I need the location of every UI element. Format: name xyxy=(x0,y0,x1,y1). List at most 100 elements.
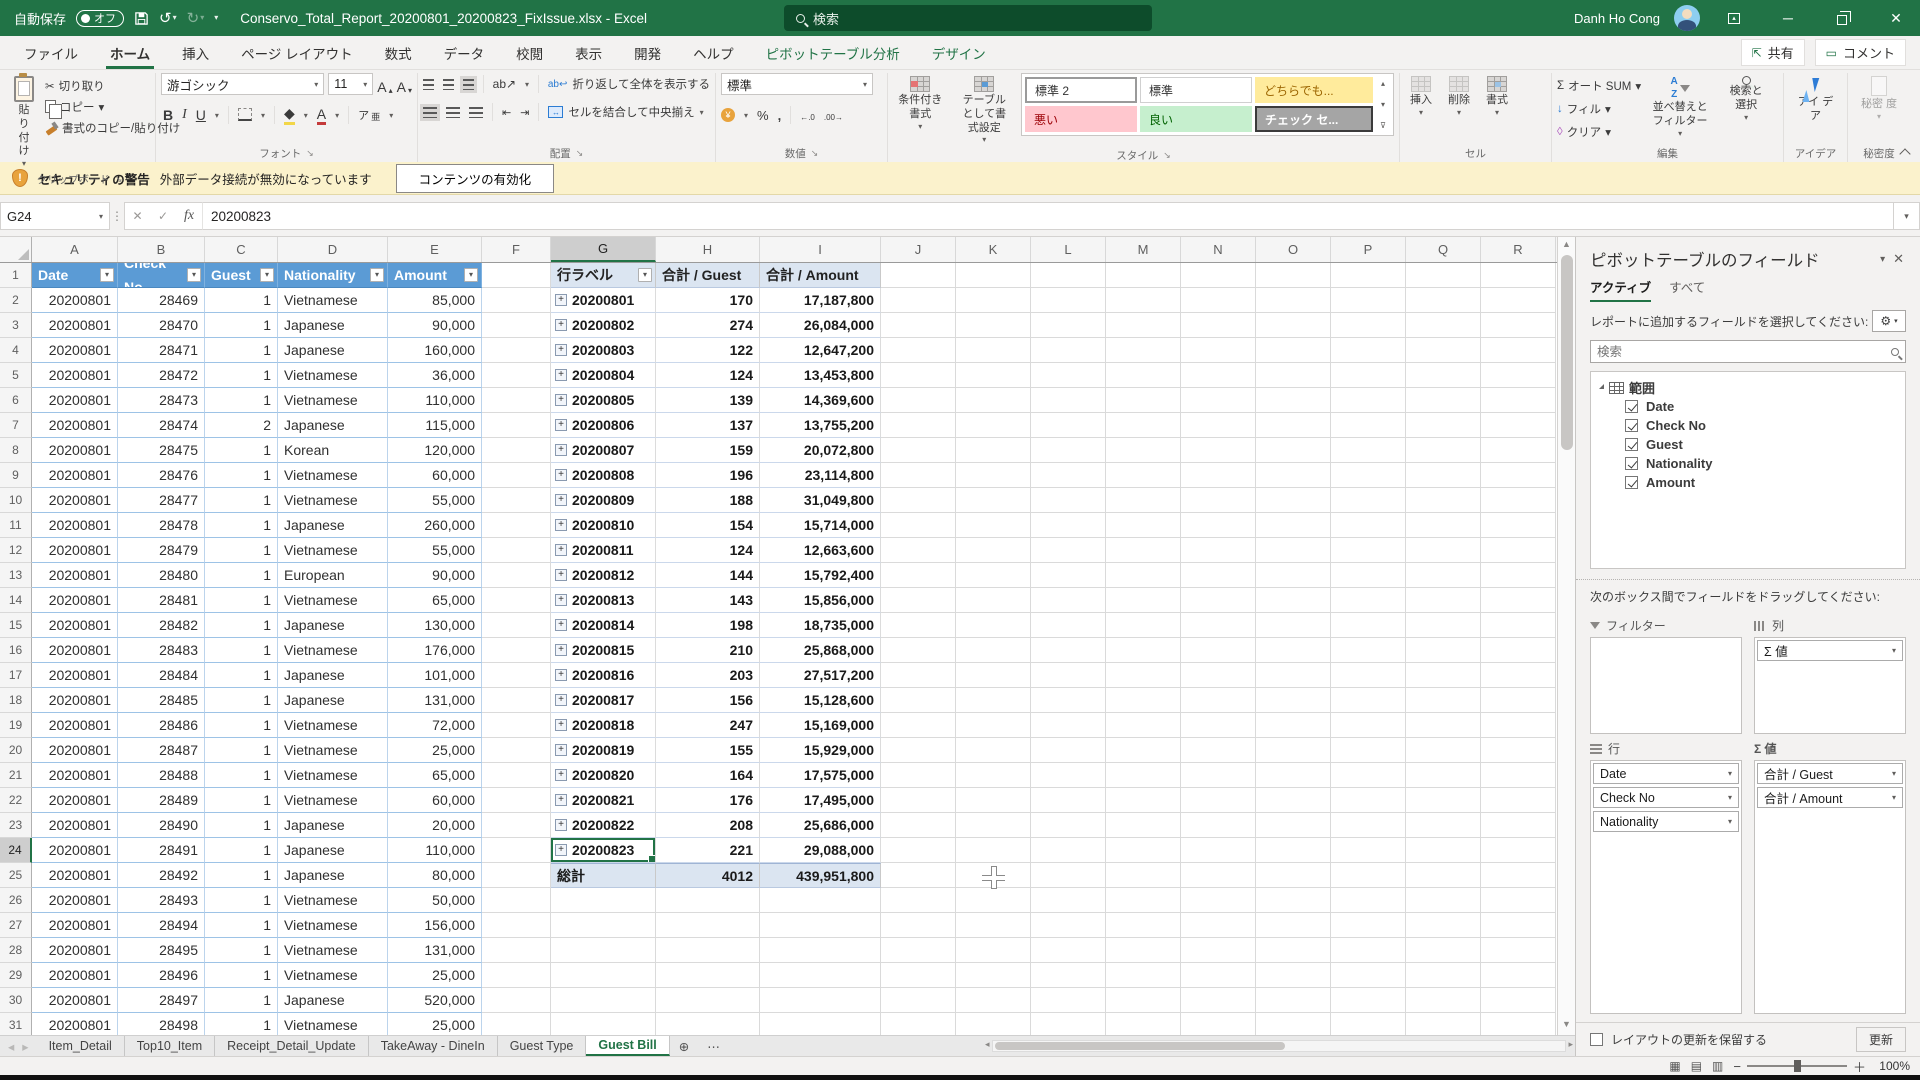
grid-cell[interactable] xyxy=(881,813,956,838)
grid-cell[interactable] xyxy=(956,888,1031,913)
grid-cell[interactable] xyxy=(1031,263,1106,288)
close-button[interactable]: ✕ xyxy=(1876,0,1916,36)
pivot-value-cell[interactable]: 17,575,000 xyxy=(760,763,881,788)
grid-cell[interactable] xyxy=(482,338,551,363)
gallery-more-icon[interactable]: ⊽ xyxy=(1380,121,1386,130)
pivot-row-label[interactable]: +20200811 xyxy=(551,538,656,563)
pivot-value-cell[interactable]: 124 xyxy=(656,538,760,563)
row-header-12[interactable]: 12 xyxy=(0,538,32,563)
grid-cell[interactable] xyxy=(1256,663,1331,688)
grid-cell[interactable] xyxy=(1331,388,1406,413)
grid-cell[interactable] xyxy=(1481,663,1556,688)
table-cell[interactable]: 1 xyxy=(205,288,278,313)
table-cell[interactable]: 1 xyxy=(205,313,278,338)
vertical-scroll-thumb[interactable] xyxy=(1561,255,1573,450)
grid-cell[interactable] xyxy=(1256,513,1331,538)
pivot-row-label[interactable]: +20200810 xyxy=(551,513,656,538)
grid-cell[interactable] xyxy=(1331,863,1406,888)
grid-cell[interactable] xyxy=(1406,488,1481,513)
grid-cell[interactable] xyxy=(1031,563,1106,588)
grid-cell[interactable] xyxy=(1331,563,1406,588)
grid-cell[interactable] xyxy=(1481,788,1556,813)
table-cell[interactable]: Vietnamese xyxy=(278,538,388,563)
grid-cell[interactable] xyxy=(551,913,656,938)
scroll-left-icon[interactable]: ◂ xyxy=(985,1039,990,1053)
grid-cell[interactable] xyxy=(1031,838,1106,863)
increase-decimal-button[interactable]: ←.0 xyxy=(800,108,815,123)
grid-cell[interactable] xyxy=(656,988,760,1013)
area-field-chip-Date[interactable]: Date▾ xyxy=(1593,763,1739,784)
row-header-5[interactable]: 5 xyxy=(0,363,32,388)
table-cell[interactable]: 65,000 xyxy=(388,763,482,788)
style-chip-2[interactable]: 標準 xyxy=(1140,77,1252,103)
filters-area-box[interactable] xyxy=(1590,637,1742,734)
pivot-header-cell[interactable]: 合計 / Guest xyxy=(656,263,760,288)
table-cell[interactable]: 20200801 xyxy=(32,688,118,713)
table-cell[interactable]: Vietnamese xyxy=(278,888,388,913)
row-header-10[interactable]: 10 xyxy=(0,488,32,513)
table-cell[interactable]: Japanese xyxy=(278,313,388,338)
grid-cell[interactable] xyxy=(881,888,956,913)
checkbox-checked-icon[interactable] xyxy=(1625,457,1638,470)
pivot-value-cell[interactable]: 196 xyxy=(656,463,760,488)
table-cell[interactable]: 20200801 xyxy=(32,613,118,638)
table-cell[interactable]: 1 xyxy=(205,513,278,538)
tools-gear-button[interactable]: ⚙▾ xyxy=(1872,310,1906,332)
table-cell[interactable]: Vietnamese xyxy=(278,738,388,763)
table-cell[interactable]: 20200801 xyxy=(32,588,118,613)
column-header-F[interactable]: F xyxy=(482,237,551,262)
expand-formula-bar-icon[interactable]: ▾ xyxy=(1894,202,1920,230)
table-cell[interactable]: 28469 xyxy=(118,288,205,313)
table-cell[interactable]: 1 xyxy=(205,638,278,663)
grid-cell[interactable] xyxy=(956,838,1031,863)
expand-icon[interactable]: + xyxy=(555,544,567,556)
pivot-row-label[interactable]: +20200803 xyxy=(551,338,656,363)
grid-cell[interactable] xyxy=(1256,713,1331,738)
restore-button[interactable] xyxy=(1822,0,1862,36)
grid-cell[interactable] xyxy=(482,513,551,538)
wrap-text-button[interactable]: ab↩折り返して全体を表示する xyxy=(548,73,710,95)
table-cell[interactable]: 20,000 xyxy=(388,813,482,838)
table-cell[interactable]: 28480 xyxy=(118,563,205,588)
row-header-20[interactable]: 20 xyxy=(0,738,32,763)
grid-cell[interactable] xyxy=(656,888,760,913)
pivot-total-cell[interactable]: 4012 xyxy=(656,863,760,888)
sheet-tab-Guest Bill[interactable]: Guest Bill xyxy=(586,1036,669,1056)
grid-cell[interactable] xyxy=(1481,913,1556,938)
sort-filter-button[interactable]: AZ 並べ替えと フィルター▾ xyxy=(1647,73,1713,142)
grid-cell[interactable] xyxy=(1031,1013,1106,1035)
grid-cell[interactable] xyxy=(1106,388,1181,413)
table-cell[interactable]: Japanese xyxy=(278,813,388,838)
filter-dropdown-icon[interactable]: ▾ xyxy=(260,268,274,282)
pivot-row-label[interactable]: +20200822 xyxy=(551,813,656,838)
table-cell[interactable]: 28496 xyxy=(118,963,205,988)
grid-cell[interactable] xyxy=(1181,488,1256,513)
grid-cell[interactable] xyxy=(482,988,551,1013)
pivot-value-cell[interactable]: 13,453,800 xyxy=(760,363,881,388)
zoom-slider[interactable] xyxy=(1747,1065,1847,1067)
table-cell[interactable]: 28477 xyxy=(118,488,205,513)
add-sheet-button[interactable]: ⊕ xyxy=(670,1036,698,1056)
row-header-18[interactable]: 18 xyxy=(0,688,32,713)
grid-cell[interactable] xyxy=(1406,763,1481,788)
grid-cell[interactable] xyxy=(482,838,551,863)
table-cell[interactable]: 20200801 xyxy=(32,813,118,838)
row-header-6[interactable]: 6 xyxy=(0,388,32,413)
horizontal-scroll-thumb[interactable] xyxy=(995,1042,1285,1050)
grid-cell[interactable] xyxy=(656,938,760,963)
column-header-G[interactable]: G xyxy=(551,237,656,262)
zoom-thumb[interactable] xyxy=(1794,1060,1801,1072)
merge-center-button[interactable]: ↔セルを結合して中央揃え▾ xyxy=(548,101,703,123)
pivot-value-cell[interactable]: 12,647,200 xyxy=(760,338,881,363)
menu-tab-ホーム[interactable]: ホーム xyxy=(94,36,166,69)
table-cell[interactable]: Vietnamese xyxy=(278,1013,388,1035)
grid-cell[interactable] xyxy=(1106,363,1181,388)
pivot-value-cell[interactable]: 17,187,800 xyxy=(760,288,881,313)
grid-cell[interactable] xyxy=(482,888,551,913)
column-header-I[interactable]: I xyxy=(760,237,881,262)
grid-cell[interactable] xyxy=(881,413,956,438)
grid-cell[interactable] xyxy=(1031,888,1106,913)
grid-cell[interactable] xyxy=(1406,638,1481,663)
checkbox-checked-icon[interactable] xyxy=(1625,476,1638,489)
pivot-value-cell[interactable]: 23,114,800 xyxy=(760,463,881,488)
